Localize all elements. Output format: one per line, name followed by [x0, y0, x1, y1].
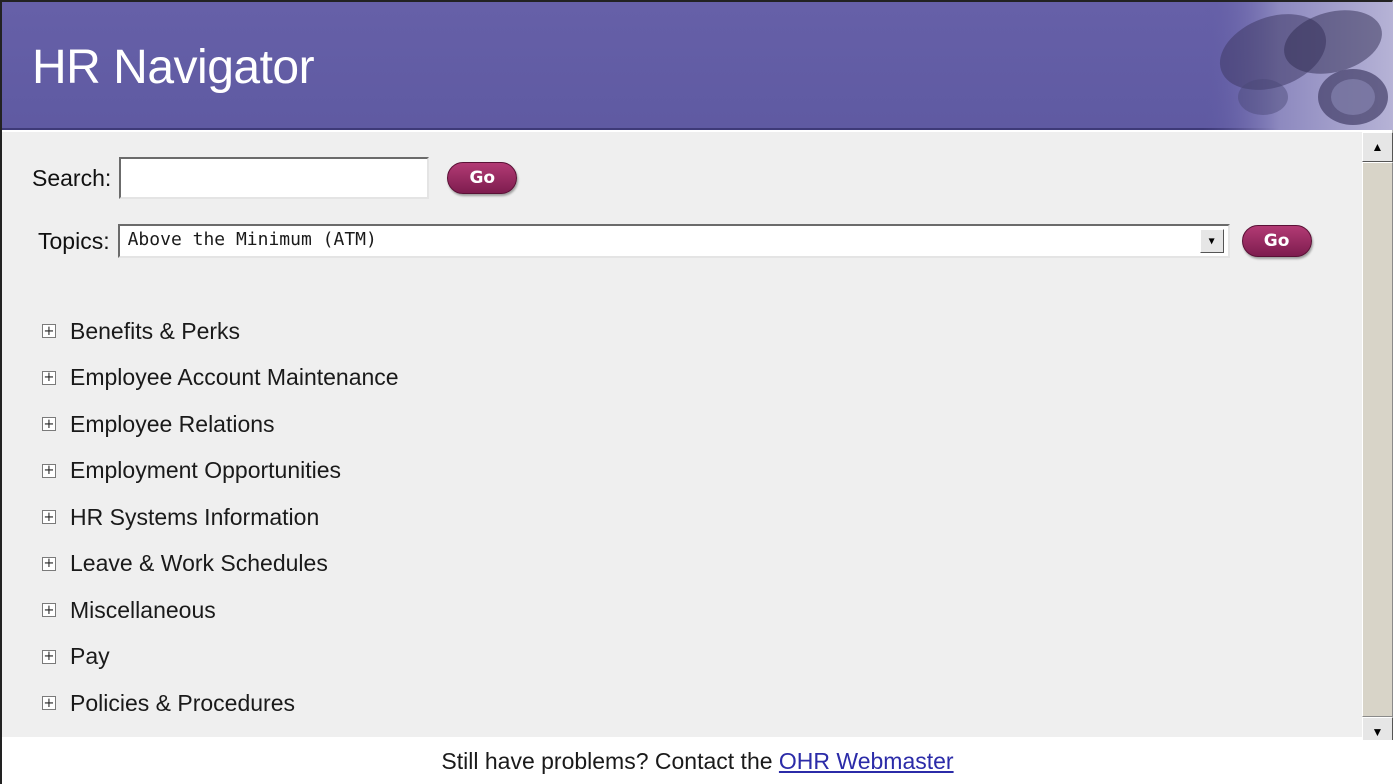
tree-item-benefits[interactable]: + Benefits & Perks — [42, 308, 399, 355]
scroll-up-icon[interactable]: ▲ — [1362, 132, 1393, 162]
topics-label: Topics: — [38, 227, 110, 254]
vertical-scrollbar[interactable]: ▲ ▼ — [1362, 132, 1393, 747]
topics-go-button[interactable]: Go — [1241, 225, 1312, 257]
chevron-down-icon[interactable]: ▼ — [1199, 229, 1224, 253]
topic-tree: + Benefits & Perks + Employee Account Ma… — [42, 308, 399, 727]
expand-icon[interactable]: + — [42, 417, 56, 432]
tree-item-label[interactable]: Employee Relations — [70, 411, 275, 438]
header-banner: HR Navigator — [2, 2, 1393, 130]
binoculars-icon — [1203, 2, 1393, 130]
expand-icon[interactable]: + — [42, 603, 56, 618]
webmaster-link[interactable]: OHR Webmaster — [779, 748, 954, 774]
tree-item-account-maintenance[interactable]: + Employee Account Maintenance — [42, 355, 399, 402]
tree-item-label[interactable]: Employment Opportunities — [70, 457, 341, 484]
tree-item-policies[interactable]: + Policies & Procedures — [42, 680, 399, 727]
tree-item-label[interactable]: Miscellaneous — [70, 597, 216, 624]
search-label: Search: — [32, 164, 112, 191]
expand-icon[interactable]: + — [42, 370, 56, 385]
tree-item-label[interactable]: Policies & Procedures — [70, 690, 295, 717]
tree-item-pay[interactable]: + Pay — [42, 634, 399, 681]
tree-item-label[interactable]: Benefits & Perks — [70, 318, 240, 345]
content-panel: Search: Go Topics: Above the Minimum (AT… — [2, 132, 1362, 737]
search-go-button[interactable]: Go — [447, 162, 518, 194]
search-row: Search: Go — [32, 157, 518, 199]
expand-icon[interactable]: + — [42, 324, 56, 339]
tree-item-label[interactable]: Employee Account Maintenance — [70, 364, 399, 391]
expand-icon[interactable]: + — [42, 556, 56, 571]
footer-text: Still have problems? Contact the — [441, 748, 779, 774]
topics-selected-value: Above the Minimum (ATM) — [127, 229, 377, 250]
tree-item-label[interactable]: Leave & Work Schedules — [70, 550, 328, 577]
footer: Still have problems? Contact the OHR Web… — [2, 740, 1393, 784]
expand-icon[interactable]: + — [42, 510, 56, 525]
scrollbar-thumb[interactable] — [1362, 162, 1393, 717]
tree-item-label[interactable]: Pay — [70, 643, 110, 670]
search-input[interactable] — [119, 157, 430, 199]
topics-row: Topics: Above the Minimum (ATM) ▼ Go — [38, 224, 1312, 258]
tree-item-label[interactable]: HR Systems Information — [70, 504, 319, 531]
tree-item-hr-systems[interactable]: + HR Systems Information — [42, 494, 399, 541]
expand-icon[interactable]: + — [42, 696, 56, 711]
expand-icon[interactable]: + — [42, 463, 56, 478]
expand-icon[interactable]: + — [42, 649, 56, 664]
tree-item-employment-opportunities[interactable]: + Employment Opportunities — [42, 448, 399, 495]
tree-item-leave-schedules[interactable]: + Leave & Work Schedules — [42, 541, 399, 588]
tree-item-miscellaneous[interactable]: + Miscellaneous — [42, 587, 399, 634]
app-title: HR Navigator — [32, 41, 315, 94]
tree-item-employee-relations[interactable]: + Employee Relations — [42, 401, 399, 448]
topics-select[interactable]: Above the Minimum (ATM) ▼ — [117, 224, 1230, 258]
